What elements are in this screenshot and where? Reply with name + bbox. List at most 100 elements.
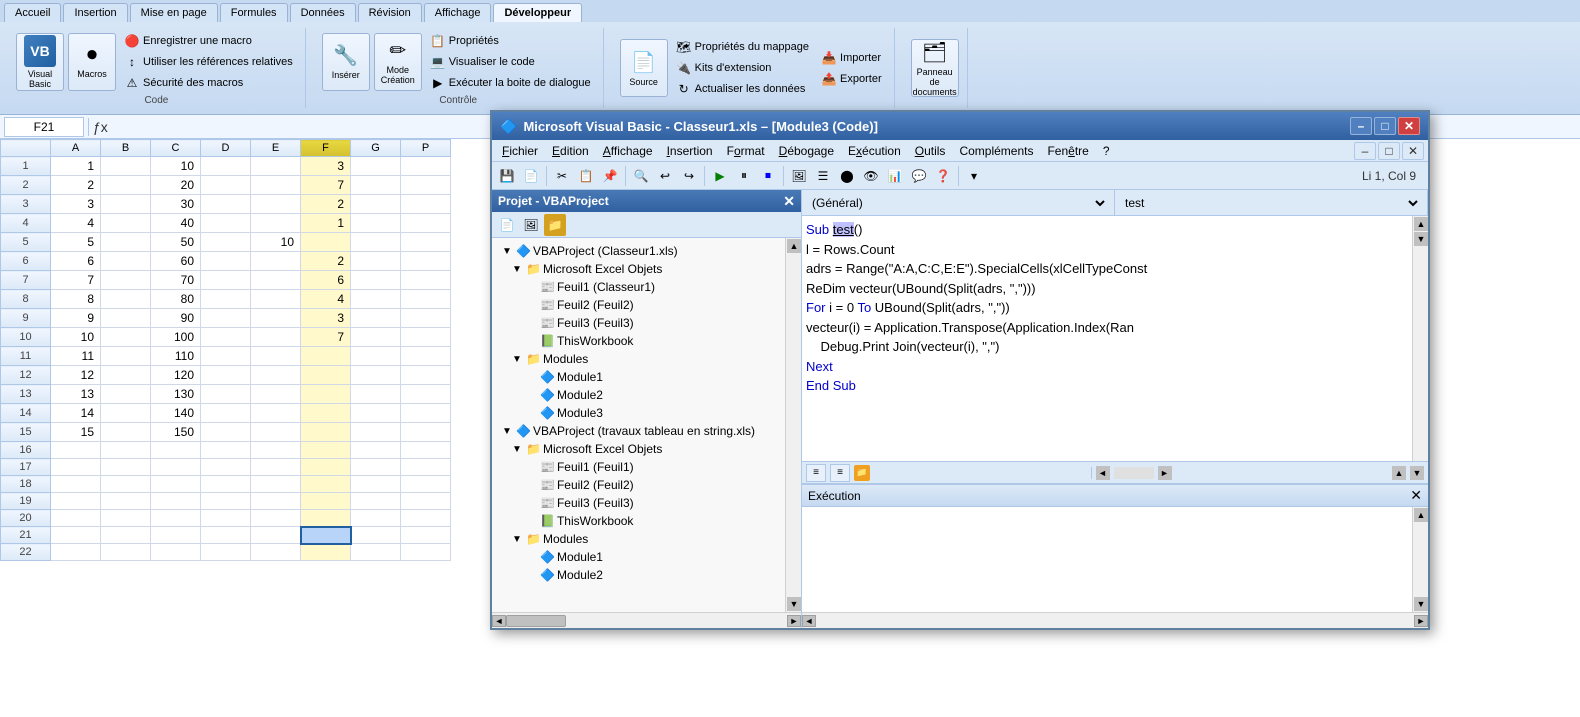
close-button[interactable]: ✕ (1398, 117, 1420, 135)
code-dropdown-left[interactable]: (Général) (802, 190, 1115, 215)
cell[interactable] (201, 404, 251, 423)
cell[interactable] (251, 214, 301, 233)
cell[interactable]: 150 (151, 423, 201, 442)
hscroll-left[interactable]: ◄ (492, 615, 506, 627)
cell[interactable]: 110 (151, 347, 201, 366)
cell[interactable] (401, 214, 451, 233)
cell[interactable] (401, 544, 451, 561)
cell[interactable] (351, 366, 401, 385)
cell[interactable]: 130 (151, 385, 201, 404)
visualiser-button[interactable]: 💻 Visualiser le code (426, 52, 595, 72)
col-header-e[interactable]: E (251, 140, 301, 157)
tb-run[interactable]: ▶ (709, 165, 731, 187)
tree-item-module2-c1[interactable]: 🔷 Module2 (496, 386, 781, 404)
tab-affichage[interactable]: Affichage (424, 3, 492, 22)
cell[interactable] (51, 442, 101, 459)
importer-button[interactable]: 📥 Importer (817, 48, 886, 68)
tb-new[interactable]: 📄 (520, 165, 542, 187)
cell[interactable] (351, 385, 401, 404)
cell[interactable] (401, 252, 451, 271)
tree-item-feuil1-t[interactable]: 📰 Feuil1 (Feuil1) (496, 458, 781, 476)
cell[interactable] (101, 328, 151, 347)
code-dropdown-right[interactable]: test (1115, 190, 1428, 215)
cell[interactable] (401, 290, 451, 309)
cell[interactable] (301, 347, 351, 366)
tb-redo[interactable]: ↪ (678, 165, 700, 187)
fx-label[interactable]: ƒx (93, 119, 108, 135)
cell[interactable] (401, 476, 451, 493)
tb-find[interactable]: 🔍 (630, 165, 652, 187)
tb-paste[interactable]: 📌 (599, 165, 621, 187)
cell[interactable] (201, 176, 251, 195)
cell[interactable]: 4 (51, 214, 101, 233)
tree-item-module1-c1[interactable]: 🔷 Module1 (496, 368, 781, 386)
menu-format[interactable]: Format (721, 142, 771, 160)
tree-item-feuil2-t[interactable]: 📰 Feuil2 (Feuil2) (496, 476, 781, 494)
panneau-button[interactable]: 🗂 Panneau dedocuments (911, 39, 959, 97)
proprietes-button[interactable]: 📋 Propriétés (426, 31, 595, 51)
tb-menu[interactable]: ☰ (812, 165, 834, 187)
cell[interactable] (101, 527, 151, 544)
cell[interactable] (401, 510, 451, 527)
cell[interactable] (51, 544, 101, 561)
menu-edition[interactable]: Edition (546, 142, 595, 160)
cell[interactable] (101, 385, 151, 404)
cell[interactable] (201, 195, 251, 214)
cell[interactable] (401, 347, 451, 366)
cell[interactable] (251, 527, 301, 544)
cell[interactable] (401, 271, 451, 290)
securite-button[interactable]: ⚠ Sécurité des macros (120, 73, 297, 93)
cell[interactable] (351, 527, 401, 544)
cell[interactable] (351, 252, 401, 271)
cell[interactable] (201, 527, 251, 544)
cell[interactable]: 5 (51, 233, 101, 252)
code-scroll-down[interactable]: ▼ (1414, 232, 1428, 246)
cell[interactable] (351, 544, 401, 561)
cell[interactable] (301, 476, 351, 493)
cell[interactable] (251, 328, 301, 347)
cell[interactable] (201, 252, 251, 271)
cell[interactable] (401, 233, 451, 252)
menu-fichier[interactable]: Fichier (496, 142, 544, 160)
cell[interactable] (101, 176, 151, 195)
cell[interactable] (201, 233, 251, 252)
vba-max2[interactable]: □ (1378, 142, 1400, 160)
cell[interactable] (101, 493, 151, 510)
hscroll-thumb[interactable] (506, 615, 566, 627)
exec-scroll-down[interactable]: ▼ (1414, 597, 1428, 611)
cell[interactable] (201, 476, 251, 493)
cell[interactable]: 13 (51, 385, 101, 404)
cell[interactable] (201, 442, 251, 459)
cell[interactable]: 8 (51, 290, 101, 309)
tree-item-vbaproject1[interactable]: ▼ 🔷 VBAProject (Classeur1.xls) (496, 242, 781, 260)
cell[interactable] (251, 157, 301, 176)
col-header-b[interactable]: B (101, 140, 151, 157)
cell[interactable]: 7 (51, 271, 101, 290)
cell[interactable] (401, 176, 451, 195)
cell[interactable] (201, 493, 251, 510)
cell[interactable] (51, 527, 101, 544)
cell[interactable] (351, 493, 401, 510)
exec-hscroll-right[interactable]: ► (1414, 615, 1428, 627)
cell[interactable] (151, 527, 201, 544)
tab-developpeur[interactable]: Développeur (493, 3, 582, 22)
cell[interactable] (151, 493, 201, 510)
cell[interactable] (401, 195, 451, 214)
cell[interactable] (151, 544, 201, 561)
tb-dropdown[interactable]: ▾ (963, 165, 985, 187)
cell[interactable] (351, 404, 401, 423)
tab-mise-en-page[interactable]: Mise en page (130, 3, 218, 22)
tab-insertion[interactable]: Insertion (63, 3, 127, 22)
cell[interactable]: 1 (301, 214, 351, 233)
cell[interactable] (101, 476, 151, 493)
cell[interactable]: 120 (151, 366, 201, 385)
cell[interactable] (351, 423, 401, 442)
cell[interactable] (201, 309, 251, 328)
cell[interactable] (401, 309, 451, 328)
cell[interactable] (401, 404, 451, 423)
cell[interactable]: 7 (301, 176, 351, 195)
cell[interactable] (201, 366, 251, 385)
col-header-g[interactable]: G (351, 140, 401, 157)
cell[interactable] (201, 328, 251, 347)
cell[interactable]: 90 (151, 309, 201, 328)
